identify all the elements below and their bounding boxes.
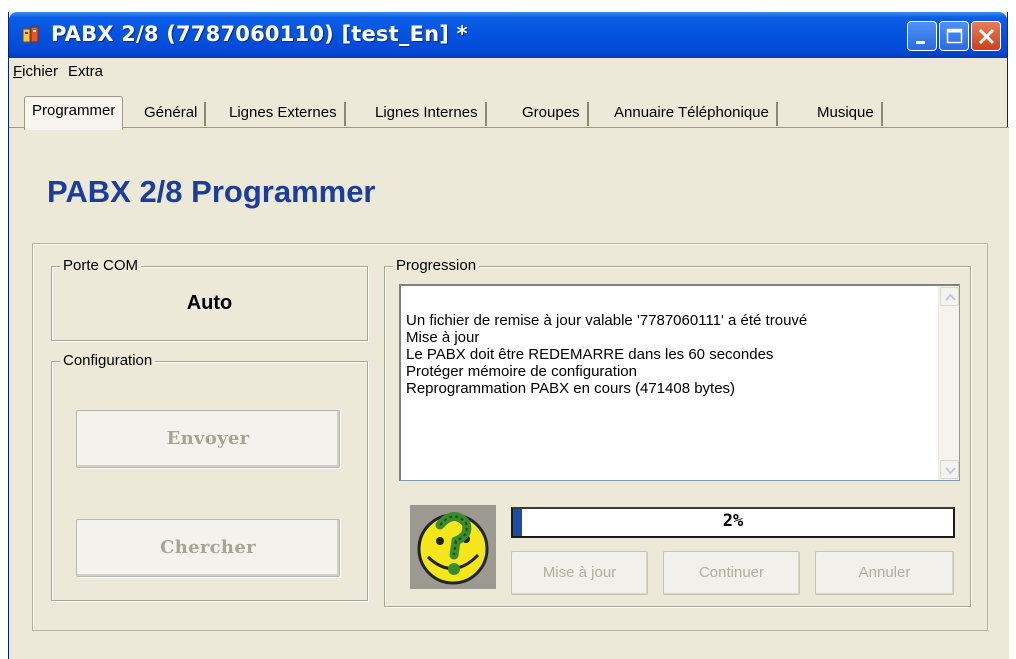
- menu-extra[interactable]: Extra: [68, 63, 103, 80]
- progression-legend: Progression: [393, 257, 480, 274]
- log-scrollbar[interactable]: [938, 286, 959, 480]
- tab-general[interactable]: Général: [137, 102, 207, 126]
- programmer-frame: Porte COM Auto Configuration Envoyer Che…: [32, 243, 988, 631]
- log-line: Reprogrammation PABX en cours (471408 by…: [406, 380, 736, 397]
- update-button[interactable]: Mise à jour: [511, 551, 648, 595]
- configuration-group: Configuration Envoyer Chercher: [51, 352, 368, 601]
- chevron-down-icon: [945, 467, 956, 475]
- maximize-button[interactable]: [939, 21, 969, 51]
- progress-bar: 2%: [511, 507, 955, 538]
- configuration-legend: Configuration: [60, 352, 156, 369]
- minimize-button[interactable]: [907, 21, 937, 51]
- chevron-up-icon: [945, 293, 956, 301]
- menu-fichier[interactable]: Fichier: [13, 63, 58, 80]
- tab-bar: Programmer Général Lignes Externes Ligne…: [9, 96, 1007, 130]
- tab-programmer[interactable]: Programmer: [24, 96, 124, 130]
- cancel-button[interactable]: Annuler: [815, 551, 954, 595]
- send-button[interactable]: Envoyer: [76, 410, 340, 468]
- log-line: Protéger mémoire de configuration: [406, 363, 637, 380]
- progress-percent: 2%: [722, 511, 744, 531]
- maximize-icon: [946, 28, 963, 44]
- search-button[interactable]: Chercher: [76, 519, 340, 577]
- com-port-legend: Porte COM: [60, 257, 142, 274]
- minimize-icon: [916, 41, 925, 44]
- page-title: PABX 2/8 Programmer: [47, 174, 376, 209]
- progression-group: Progression Un fichier de remise à jour …: [384, 257, 971, 607]
- programmer-panel: PABX 2/8 Programmer Porte COM Auto Confi…: [9, 127, 1009, 659]
- log-line: Mise à jour: [406, 329, 480, 346]
- close-icon: [978, 28, 995, 45]
- smiley-mascot-icon: [410, 505, 496, 589]
- scroll-up-button[interactable]: [940, 287, 959, 306]
- app-window: PABX 2/8 (7787060110) [test_En] * Fichie…: [8, 12, 1009, 659]
- log-line: Un fichier de remise à jour valable '778…: [406, 312, 808, 329]
- tab-musique[interactable]: Musique: [810, 102, 883, 126]
- log-lines: Un fichier de remise à jour valable '778…: [406, 312, 807, 397]
- pabx-app-icon: [22, 26, 39, 43]
- tab-groupes[interactable]: Groupes: [515, 102, 589, 126]
- title-bar[interactable]: PABX 2/8 (7787060110) [test_En] *: [9, 12, 1007, 58]
- tab-lignes-externes[interactable]: Lignes Externes: [222, 102, 346, 126]
- log-line: Le PABX doit être REDEMARRE dans les 60 …: [406, 346, 774, 363]
- close-button[interactable]: [971, 21, 1001, 51]
- scroll-down-button[interactable]: [940, 460, 959, 479]
- com-port-group: Porte COM Auto: [51, 257, 368, 341]
- continue-button[interactable]: Continuer: [663, 551, 800, 595]
- com-port-value: Auto: [186, 292, 233, 314]
- tab-annuaire[interactable]: Annuaire Téléphonique: [607, 102, 778, 126]
- progress-log[interactable]: Un fichier de remise à jour valable '778…: [399, 284, 960, 481]
- tab-lignes-internes[interactable]: Lignes Internes: [368, 102, 487, 126]
- menu-bar: Fichier Extra: [9, 58, 1007, 84]
- window-title: PABX 2/8 (7787060110) [test_En] *: [51, 22, 468, 46]
